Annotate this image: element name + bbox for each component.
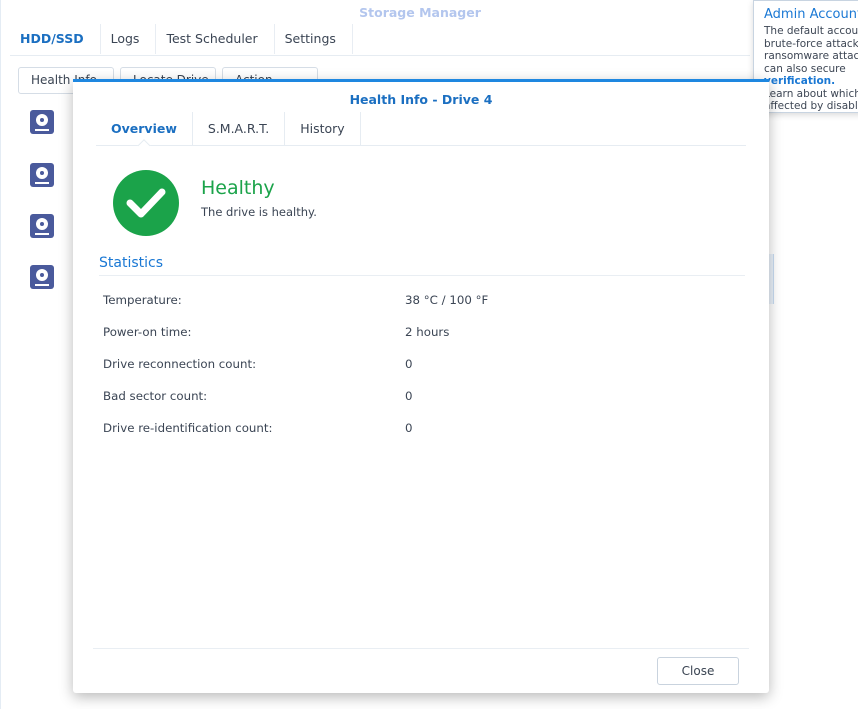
drive-icon[interactable] [30, 163, 54, 187]
notification-title: Admin Account [764, 7, 858, 22]
stat-label: Temperature: [103, 293, 182, 307]
main-tabs: HDD/SSD Logs Test Scheduler Settings [10, 24, 750, 56]
notification-line: affected by disabling [764, 100, 858, 112]
stat-row-reidentification-count: Drive re-identification count: 0 [103, 421, 743, 441]
close-button[interactable]: Close [657, 657, 739, 685]
health-status: Healthy [201, 177, 275, 199]
stat-label: Drive re-identification count: [103, 421, 273, 435]
stat-value: 0 [405, 421, 413, 435]
stat-value: 0 [405, 389, 413, 403]
notification-line: ransomware attacks [764, 50, 858, 62]
window-title: Storage Manager [359, 5, 481, 20]
drive-icon[interactable] [30, 214, 54, 238]
stat-row-bad-sector-count: Bad sector count: 0 [103, 389, 743, 409]
tab-history[interactable]: History [285, 112, 361, 145]
stat-row-reconnection-count: Drive reconnection count: 0 [103, 357, 743, 377]
tab-overview[interactable]: Overview [96, 112, 193, 145]
stat-label: Bad sector count: [103, 389, 208, 403]
stat-value: 38 °C / 100 °F [405, 293, 489, 307]
tab-test-scheduler[interactable]: Test Scheduler [156, 24, 275, 54]
divider [99, 275, 745, 276]
window-edge [0, 0, 10, 709]
stat-row-temperature: Temperature: 38 °C / 100 °F [103, 293, 743, 313]
notification-line: The default account [764, 25, 858, 37]
stat-label: Power-on time: [103, 325, 192, 339]
health-info-dialog: Health Info - Drive 4 Overview S.M.A.R.T… [73, 79, 769, 693]
dialog-tabs: Overview S.M.A.R.T. History [96, 112, 746, 146]
dialog-title: Health Info - Drive 4 [349, 92, 493, 107]
stat-value: 0 [405, 357, 413, 371]
statistics-heading: Statistics [99, 255, 163, 271]
notification-line: can also secure [764, 62, 846, 75]
desktop-stage: Storage Manager HDD/SSD Logs Test Schedu… [0, 0, 858, 709]
stat-row-power-on-time: Power-on time: 2 hours [103, 325, 743, 345]
notification-line: Learn about which [764, 87, 858, 100]
drive-icon[interactable] [30, 265, 54, 289]
healthy-check-icon [113, 170, 179, 236]
tab-smart[interactable]: S.M.A.R.T. [193, 112, 286, 145]
footer-divider [93, 648, 749, 649]
health-description: The drive is healthy. [201, 205, 317, 219]
stat-value: 2 hours [405, 325, 450, 339]
tab-hdd-ssd[interactable]: HDD/SSD [10, 24, 101, 54]
verification-link[interactable]: verification. [764, 75, 858, 88]
drive-icon[interactable] [30, 110, 54, 134]
notification-line: brute-force attacks [764, 37, 858, 50]
tab-settings[interactable]: Settings [275, 24, 353, 54]
stat-label: Drive reconnection count: [103, 357, 257, 371]
tab-logs[interactable]: Logs [101, 24, 157, 54]
